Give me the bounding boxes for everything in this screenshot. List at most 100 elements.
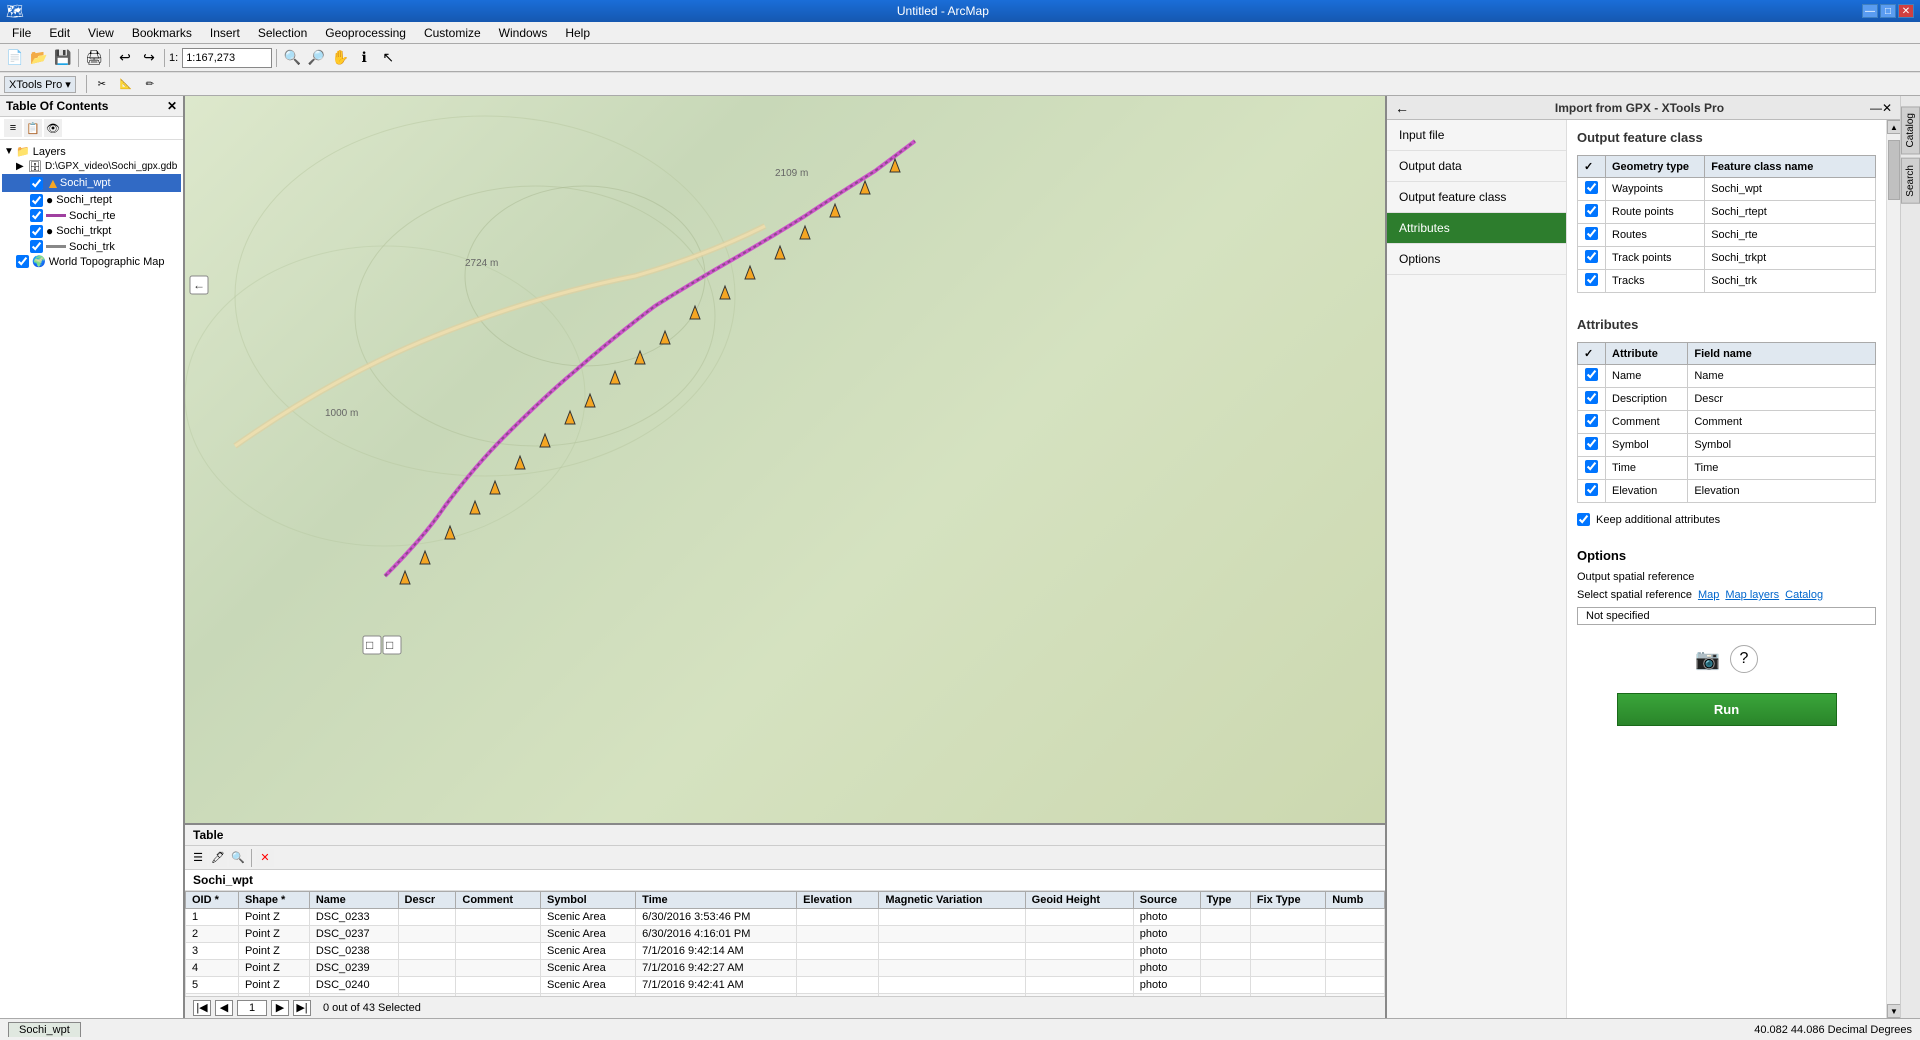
zoom-in-button[interactable]: 🔍 — [281, 47, 303, 69]
world-topo-checkbox[interactable] — [16, 255, 29, 268]
col-source[interactable]: Source — [1133, 892, 1200, 909]
ofc-fcname-0[interactable] — [1705, 178, 1876, 201]
nav-attributes[interactable]: Attributes — [1387, 213, 1566, 244]
not-specified-box[interactable]: Not specified — [1577, 607, 1876, 625]
toc-db-item[interactable]: ▶ 🗄 D:\GPX_video\Sochi_gpx.gdb — [2, 159, 181, 174]
run-button[interactable]: Run — [1617, 693, 1837, 726]
ofc-fcname-2[interactable] — [1705, 224, 1876, 247]
attr-field-3[interactable] — [1688, 434, 1876, 457]
nav-output-data[interactable]: Output data — [1387, 151, 1566, 182]
ofc-fcname-3[interactable] — [1705, 247, 1876, 270]
import-gpx-close-btn[interactable]: ✕ — [1882, 101, 1892, 115]
table-row[interactable]: 4 Point Z DSC_0239 Scenic Area 7/1/2016 … — [186, 960, 1385, 977]
menu-item-insert[interactable]: Insert — [202, 24, 248, 42]
catalog-tab[interactable]: Catalog — [1901, 106, 1920, 154]
help-button[interactable]: ? — [1730, 645, 1758, 673]
zoom-out-button[interactable]: 🔎 — [305, 47, 327, 69]
col-numb[interactable]: Numb — [1326, 892, 1385, 909]
table-row[interactable]: 3 Point Z DSC_0238 Scenic Area 7/1/2016 … — [186, 943, 1385, 960]
table-zoom-btn[interactable]: 🔍 — [229, 849, 247, 867]
table-select-btn[interactable]: 🖊 — [209, 849, 227, 867]
ofc-fcname-input-0[interactable] — [1711, 183, 1869, 195]
menu-item-customize[interactable]: Customize — [416, 24, 489, 42]
attr-check-1[interactable] — [1585, 391, 1598, 404]
first-page-btn[interactable]: |◀ — [193, 1000, 211, 1016]
menu-item-file[interactable]: File — [4, 24, 39, 42]
col-geoid[interactable]: Geoid Height — [1025, 892, 1133, 909]
col-shape[interactable]: Shape * — [238, 892, 309, 909]
sochi-trkpt-checkbox[interactable] — [30, 225, 43, 238]
nav-output-feature-class[interactable]: Output feature class — [1387, 182, 1566, 213]
keep-additional-checkbox[interactable] — [1577, 513, 1590, 526]
pan-button[interactable]: ✋ — [329, 47, 351, 69]
menu-item-help[interactable]: Help — [557, 24, 598, 42]
menu-item-geoprocessing[interactable]: Geoprocessing — [317, 24, 414, 42]
toc-layer-world-topo[interactable]: 🌍 World Topographic Map — [2, 254, 181, 269]
ofc-check-4[interactable] — [1585, 273, 1598, 286]
ofc-check-1[interactable] — [1585, 204, 1598, 217]
table-options-btn[interactable]: ☰ — [189, 849, 207, 867]
xtools-btn3[interactable]: ✏ — [139, 73, 161, 95]
col-symbol[interactable]: Symbol — [540, 892, 635, 909]
toc-layer-sochi-rte[interactable]: Sochi_rte — [2, 208, 181, 223]
attr-check-4[interactable] — [1585, 460, 1598, 473]
nav-input-file[interactable]: Input file — [1387, 120, 1566, 151]
spatial-ref-catalog-link[interactable]: Catalog — [1785, 589, 1823, 601]
back-arrow-icon[interactable]: ← — [1395, 100, 1409, 116]
ofc-check-2[interactable] — [1585, 227, 1598, 240]
col-elevation[interactable]: Elevation — [797, 892, 879, 909]
col-oid[interactable]: OID * — [186, 892, 239, 909]
save-button[interactable]: 💾 — [52, 47, 74, 69]
xtools-btn2[interactable]: 📐 — [115, 73, 137, 95]
table-row[interactable]: 2 Point Z DSC_0237 Scenic Area 6/30/2016… — [186, 926, 1385, 943]
ofc-fcname-input-4[interactable] — [1711, 275, 1869, 287]
ofc-fcname-input-2[interactable] — [1711, 229, 1869, 241]
toc-layer-sochi-rtept[interactable]: ● Sochi_rtept — [2, 192, 181, 208]
identify-button[interactable]: ℹ — [353, 47, 375, 69]
print-button[interactable]: 🖨 — [83, 47, 105, 69]
xtools-label[interactable]: XTools Pro ▾ — [4, 76, 76, 93]
search-tab[interactable]: Search — [1901, 158, 1920, 204]
ofc-fcname-1[interactable] — [1705, 201, 1876, 224]
attr-field-input-5[interactable] — [1694, 485, 1869, 497]
attr-field-2[interactable] — [1688, 411, 1876, 434]
scale-input[interactable] — [182, 48, 272, 68]
toc-visibility-btn[interactable]: 👁 — [44, 119, 62, 137]
attr-field-1[interactable] — [1688, 388, 1876, 411]
attr-check-0[interactable] — [1585, 368, 1598, 381]
attr-field-input-4[interactable] — [1694, 462, 1869, 474]
map-area[interactable]: 2109 m 2724 m 1000 m ← □ □ — [185, 96, 1385, 823]
col-name[interactable]: Name — [309, 892, 398, 909]
table-row[interactable]: 5 Point Z DSC_0240 Scenic Area 7/1/2016 … — [186, 977, 1385, 994]
toc-layer-sochi-trk[interactable]: Sochi_trk — [2, 239, 181, 254]
camera-button[interactable]: 📷 — [1695, 647, 1720, 672]
col-type[interactable]: Type — [1200, 892, 1250, 909]
col-time[interactable]: Time — [636, 892, 797, 909]
table-row[interactable]: 1 Point Z DSC_0233 Scenic Area 6/30/2016… — [186, 909, 1385, 926]
col-descr[interactable]: Descr — [398, 892, 456, 909]
page-input[interactable] — [237, 1000, 267, 1016]
attr-field-input-3[interactable] — [1694, 439, 1869, 451]
attr-check-5[interactable] — [1585, 483, 1598, 496]
col-comment[interactable]: Comment — [456, 892, 541, 909]
attr-field-input-1[interactable] — [1694, 393, 1869, 405]
col-magnetic[interactable]: Magnetic Variation — [879, 892, 1025, 909]
prev-page-btn[interactable]: ◀ — [215, 1000, 233, 1016]
sochi-wpt-checkbox[interactable] — [30, 177, 43, 190]
toc-source-view-btn[interactable]: 📋 — [24, 119, 42, 137]
new-button[interactable]: 📄 — [4, 47, 26, 69]
sochi-trk-checkbox[interactable] — [30, 240, 43, 253]
ofc-check-3[interactable] — [1585, 250, 1598, 263]
scroll-down-btn[interactable]: ▼ — [1887, 1004, 1900, 1018]
menu-item-bookmarks[interactable]: Bookmarks — [124, 24, 200, 42]
layer-tab-label[interactable]: Sochi_wpt — [8, 1022, 81, 1037]
attr-field-0[interactable] — [1688, 365, 1876, 388]
table-del-btn[interactable]: ✕ — [256, 849, 274, 867]
open-button[interactable]: 📂 — [28, 47, 50, 69]
menu-item-view[interactable]: View — [80, 24, 122, 42]
col-fix-type[interactable]: Fix Type — [1250, 892, 1325, 909]
menu-item-windows[interactable]: Windows — [491, 24, 556, 42]
nav-options[interactable]: Options — [1387, 244, 1566, 275]
ofc-check-0[interactable] — [1585, 181, 1598, 194]
toc-layers-root[interactable]: ▼ 📁 Layers — [2, 144, 181, 159]
